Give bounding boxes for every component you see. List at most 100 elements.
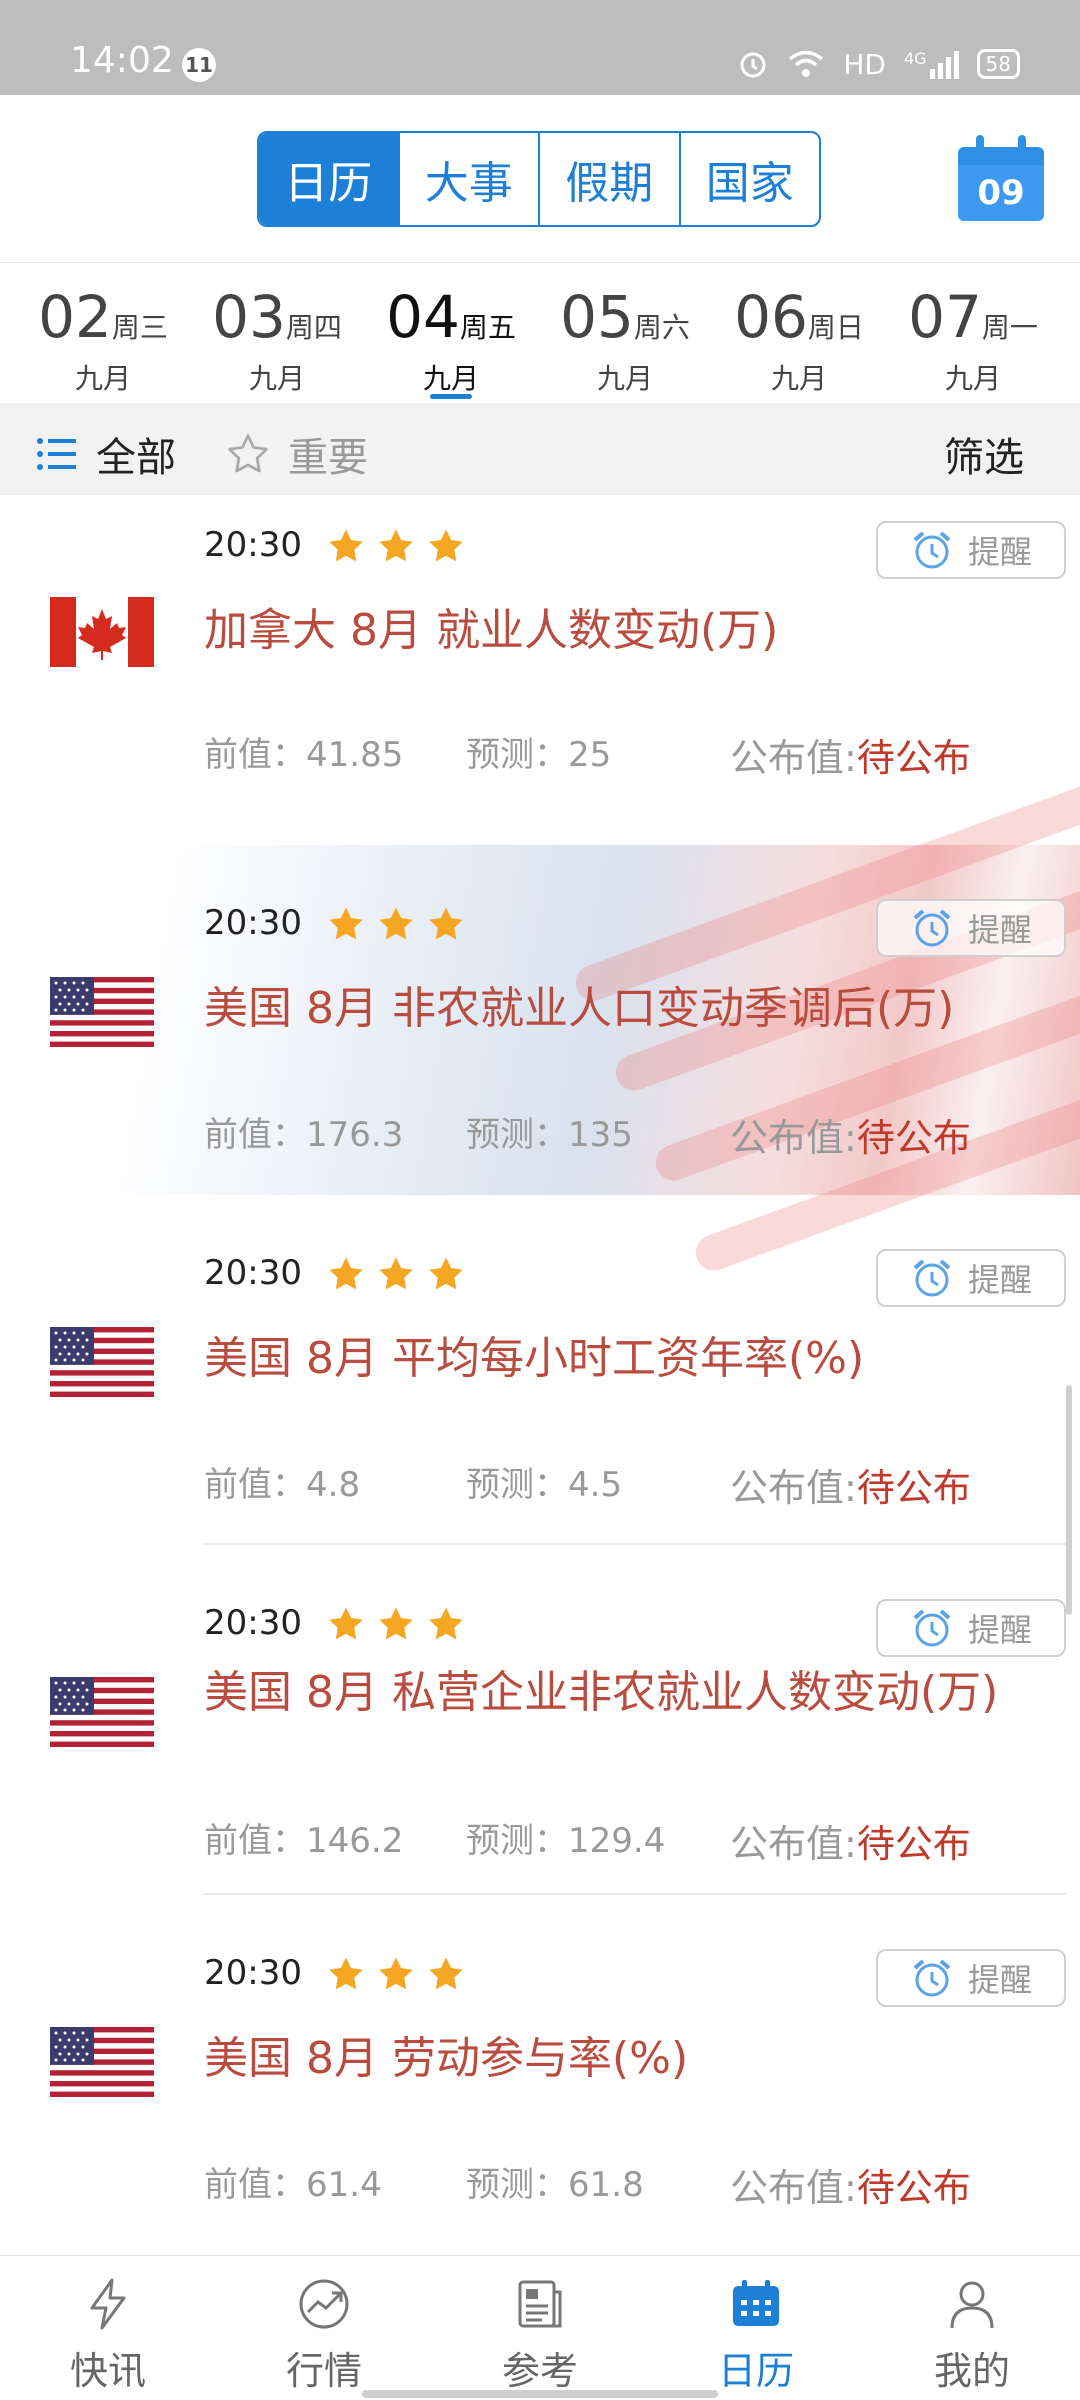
profile-icon bbox=[950, 2281, 994, 2329]
nav-label: 日历 bbox=[717, 2349, 794, 2393]
date-weekday: 周五 bbox=[459, 311, 516, 344]
filter-bar: 全部 重要 筛选 bbox=[0, 403, 1080, 495]
event-values: 前值：146.2 预测：129.4 公布值: 待公布 bbox=[204, 1813, 1040, 1868]
network-type: HD bbox=[843, 47, 886, 81]
reminder-button[interactable]: 提醒 bbox=[876, 1599, 1066, 1657]
signal-icon: 4G bbox=[904, 49, 959, 79]
forecast-value: 预测：61.8 bbox=[466, 2165, 644, 2205]
star-icon bbox=[329, 1607, 363, 1640]
star-icon bbox=[429, 1957, 463, 1990]
reminder-button[interactable]: 提醒 bbox=[876, 521, 1066, 579]
flash-icon bbox=[90, 2278, 126, 2330]
usa-flag-icon bbox=[50, 1327, 154, 1397]
star-icon bbox=[429, 1257, 463, 1290]
event-title: 美国 8月 劳动参与率(%) bbox=[204, 2033, 689, 2084]
event-item[interactable]: 20:30 提醒 美国 8月 劳动参与率(%) 前值：61.4 预测：61.8 … bbox=[0, 1895, 1080, 2245]
published-label: 公布值: bbox=[730, 736, 857, 780]
star-icon bbox=[379, 907, 413, 940]
star-icon bbox=[379, 1607, 413, 1640]
filter-important-label: 重要 bbox=[288, 435, 368, 481]
date-item[interactable]: 07周一 九月 bbox=[886, 263, 1060, 403]
event-title: 美国 8月 非农就业人口变动季调后(万) bbox=[204, 983, 955, 1034]
top-tab-bar: 日历 大事 假期 国家 bbox=[257, 131, 821, 227]
tab-holidays[interactable]: 假期 bbox=[540, 133, 681, 225]
star-icon bbox=[329, 1257, 363, 1290]
event-values: 前值：176.3 预测：135 公布值: 待公布 bbox=[204, 1107, 1040, 1162]
previous-value: 前值：41.85 bbox=[204, 735, 404, 775]
nav-calendar[interactable]: 日历 bbox=[648, 2256, 864, 2400]
document-icon bbox=[518, 2280, 562, 2328]
trend-chart-icon bbox=[299, 2279, 349, 2329]
filter-important-button[interactable]: 重要 bbox=[226, 425, 368, 483]
usa-flag-icon bbox=[50, 977, 154, 1047]
importance-stars bbox=[326, 1955, 466, 1993]
date-item-selected[interactable]: 04周五 九月 bbox=[364, 263, 538, 403]
event-item[interactable]: 20:30 提醒 美国 8月 非农就业人口变动季调后(万) 前值：176.3 预… bbox=[0, 780, 1080, 1276]
filter-all-label: 全部 bbox=[96, 435, 176, 481]
home-indicator[interactable] bbox=[362, 2390, 718, 2398]
date-item[interactable]: 02周三 九月 bbox=[16, 263, 190, 403]
date-day: 02 bbox=[38, 283, 112, 351]
published-value: 待公布 bbox=[856, 1116, 971, 1160]
list-icon bbox=[37, 438, 76, 470]
date-strip: 02周三 九月 03周四 九月 04周五 九月 05周六 九月 06周日 九月 … bbox=[0, 263, 1080, 403]
date-day: 06 bbox=[734, 283, 808, 351]
star-icon bbox=[429, 907, 463, 940]
canada-flag-icon bbox=[50, 597, 154, 667]
date-month: 九月 bbox=[74, 362, 131, 395]
reminder-button[interactable]: 提醒 bbox=[876, 1949, 1066, 2007]
tab-major-events[interactable]: 大事 bbox=[400, 133, 540, 225]
nav-label: 快讯 bbox=[69, 2349, 146, 2393]
forecast-value: 预测：129.4 bbox=[466, 1821, 666, 1861]
reminder-label: 提醒 bbox=[967, 533, 1032, 571]
reminder-label: 提醒 bbox=[967, 1961, 1032, 1999]
reminder-button[interactable]: 提醒 bbox=[876, 1249, 1066, 1307]
status-icons: HD 4G 58 bbox=[737, 44, 1020, 84]
date-item[interactable]: 06周日 九月 bbox=[712, 263, 886, 403]
event-item[interactable]: 20:30 提醒 美国 8月 私营企业非农就业人数变动(万) 前值：146.2 … bbox=[0, 1545, 1080, 1895]
alarm-icon bbox=[740, 52, 766, 78]
event-time: 20:30 bbox=[204, 903, 302, 943]
event-item[interactable]: 20:30 提醒 加拿大 8月 就业人数变动(万) 前值：41.85 预测：25… bbox=[0, 495, 1080, 845]
date-month: 九月 bbox=[944, 362, 1001, 395]
importance-stars bbox=[326, 1255, 466, 1293]
status-time: 14:02 bbox=[70, 40, 174, 81]
reminder-label: 提醒 bbox=[967, 911, 1032, 949]
event-time: 20:30 bbox=[204, 1953, 302, 1993]
date-weekday: 周六 bbox=[633, 311, 690, 344]
importance-stars bbox=[326, 527, 466, 565]
tab-calendar[interactable]: 日历 bbox=[259, 133, 400, 225]
published-label: 公布值: bbox=[730, 1822, 857, 1866]
alarm-clock-icon bbox=[913, 531, 951, 569]
calendar-picker-button[interactable]: 09 bbox=[958, 135, 1044, 221]
published-label: 公布值: bbox=[730, 1116, 857, 1160]
event-title: 美国 8月 私营企业非农就业人数变动(万) bbox=[204, 1667, 999, 1718]
alarm-clock-icon bbox=[913, 1609, 951, 1647]
date-item[interactable]: 05周六 九月 bbox=[538, 263, 712, 403]
event-item[interactable]: 20:30 提醒 美国 8月 平均每小时工资年率(%) 前值：4.8 预测：4.… bbox=[0, 1195, 1080, 1545]
nav-reference[interactable]: 参考 bbox=[432, 2256, 648, 2400]
date-day: 07 bbox=[908, 283, 982, 351]
nav-label: 行情 bbox=[285, 2349, 362, 2393]
tab-countries[interactable]: 国家 bbox=[681, 133, 820, 225]
nav-market[interactable]: 行情 bbox=[216, 2256, 432, 2400]
importance-stars bbox=[326, 905, 466, 943]
forecast-value: 预测：25 bbox=[466, 735, 612, 775]
published-value: 待公布 bbox=[856, 1822, 971, 1866]
nav-news-flash[interactable]: 快讯 bbox=[0, 2256, 216, 2400]
published-value: 待公布 bbox=[856, 2166, 971, 2210]
date-weekday: 周三 bbox=[111, 311, 168, 344]
date-item[interactable]: 03周四 九月 bbox=[190, 263, 364, 403]
calendar-day: 09 bbox=[958, 165, 1044, 221]
nav-profile[interactable]: 我的 bbox=[864, 2256, 1080, 2400]
filter-button[interactable]: 筛选 bbox=[944, 425, 1024, 483]
previous-value: 前值：146.2 bbox=[204, 1821, 404, 1861]
published-value: 待公布 bbox=[856, 1466, 971, 1510]
wifi-icon bbox=[789, 50, 824, 77]
reminder-button[interactable]: 提醒 bbox=[876, 899, 1066, 957]
event-values: 前值：4.8 预测：4.5 公布值: 待公布 bbox=[204, 1457, 1040, 1512]
filter-all-button[interactable]: 全部 bbox=[36, 425, 176, 483]
alarm-clock-icon bbox=[913, 1959, 951, 1997]
status-bar: 14:02 11 HD 4G 58 bbox=[0, 0, 1080, 95]
scrollbar-thumb[interactable] bbox=[1066, 1385, 1072, 1615]
